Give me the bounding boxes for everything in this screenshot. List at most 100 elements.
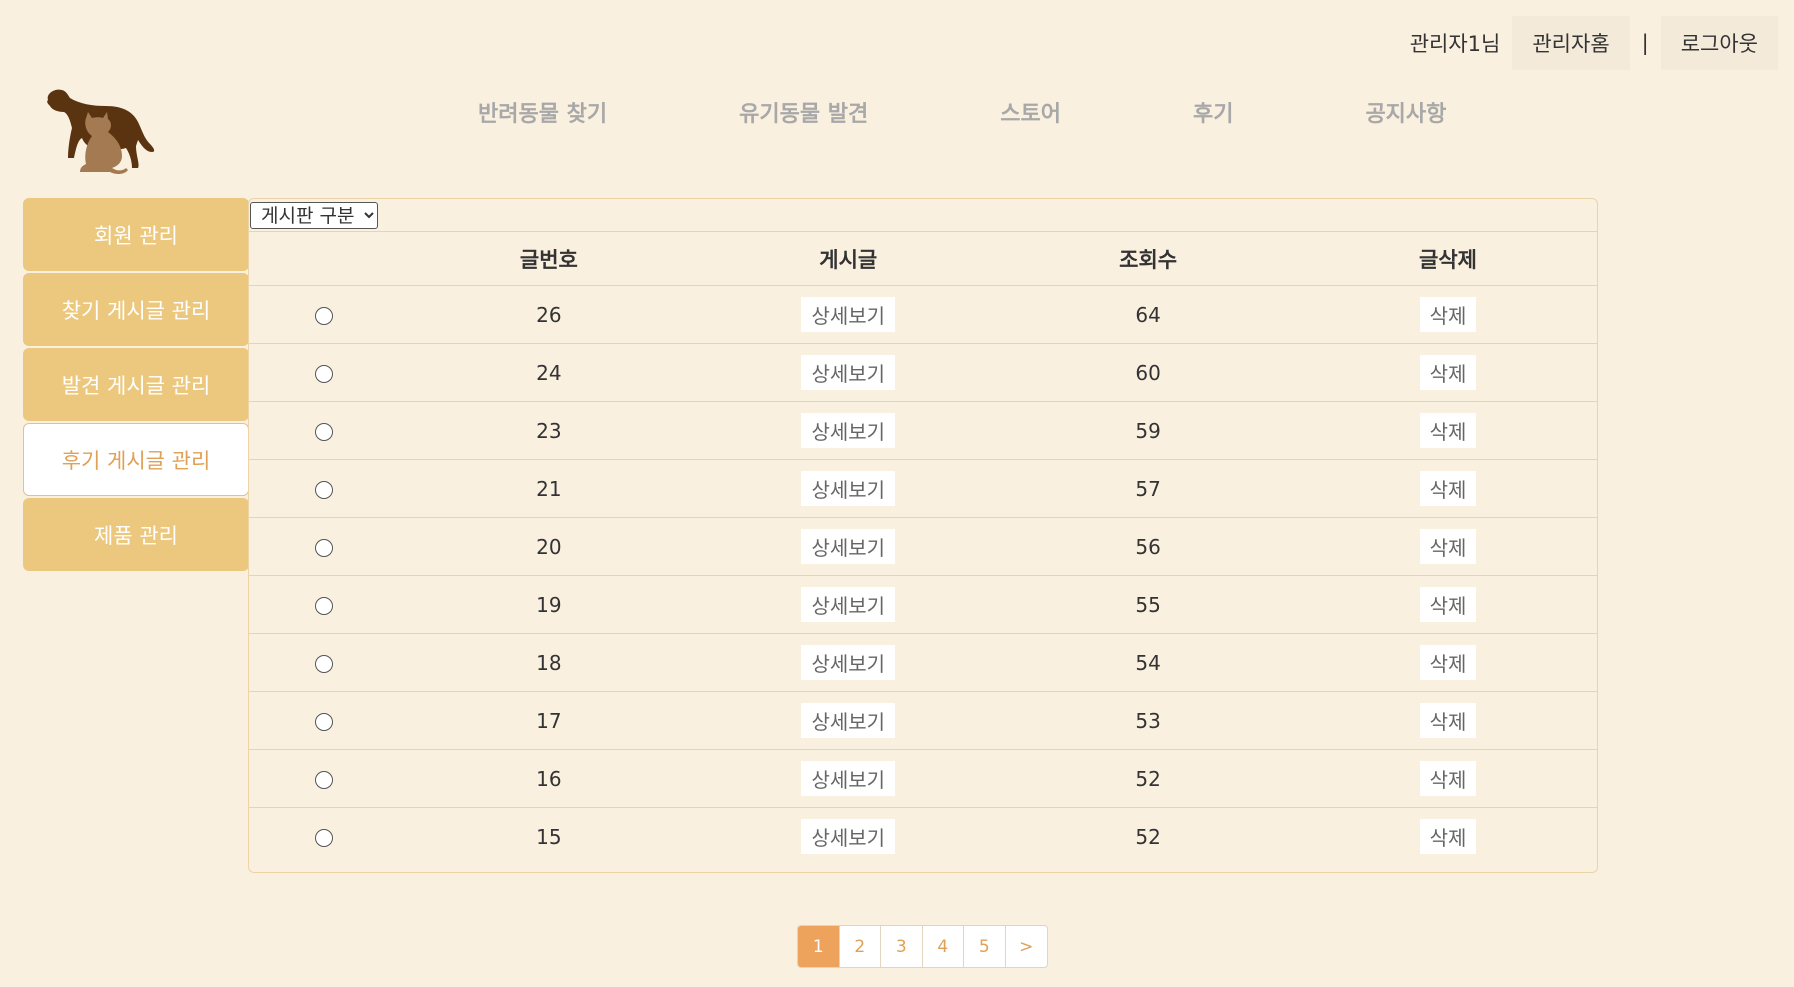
detail-button[interactable]: 상세보기 <box>801 297 896 332</box>
view-count: 52 <box>1135 824 1161 849</box>
pagination-page[interactable]: 3 <box>881 926 923 967</box>
post-cell: 상세보기 <box>698 401 999 460</box>
post-number: 18 <box>399 633 699 692</box>
delete-cell: 삭제 <box>1298 633 1598 692</box>
view-count: 54 <box>998 633 1299 692</box>
delete-button[interactable]: 삭제 <box>1419 645 1477 680</box>
detail-button[interactable]: 상세보기 <box>801 471 896 506</box>
nav-review[interactable]: 후기 <box>1193 96 1233 128</box>
column-header-views: 조회수 <box>998 231 1299 286</box>
sidebar-item-find-posts[interactable]: 찾기 게시글 관리 <box>23 273 249 346</box>
detail-button[interactable]: 상세보기 <box>801 587 896 622</box>
delete-button[interactable]: 삭제 <box>1419 761 1477 796</box>
view-count: 52 <box>998 749 1299 808</box>
user-bar: 관리자1님 관리자홈 | 로그아웃 <box>1410 16 1778 70</box>
logo[interactable] <box>40 84 158 176</box>
posts-table: 글번호 게시글 조회수 글삭제 26 상세보기 64 삭제 24 상세보기 60 삭제 23 상세… <box>249 231 1598 866</box>
row-radio[interactable] <box>315 597 334 615</box>
delete-button[interactable]: 삭제 <box>1419 297 1477 332</box>
table-row: 26 상세보기 64 삭제 <box>249 285 1598 344</box>
row-select-cell <box>249 343 400 402</box>
row-radio[interactable] <box>315 655 334 673</box>
sidebar-item-products[interactable]: 제품 관리 <box>23 498 249 571</box>
separator: | <box>1641 31 1649 55</box>
table-header-row: 글번호 게시글 조회수 글삭제 <box>249 231 1598 286</box>
row-radio[interactable] <box>315 307 334 325</box>
table-body: 26 상세보기 64 삭제 24 상세보기 60 삭제 23 상세보기 59 삭제 21 상세보기 57 삭제… <box>249 285 1598 866</box>
row-select-cell <box>249 459 400 518</box>
pagination-page[interactable]: 4 <box>923 926 964 967</box>
logout-button[interactable]: 로그아웃 <box>1660 16 1778 70</box>
view-count: 55 <box>998 575 1299 634</box>
row-select-cell <box>249 575 400 634</box>
board-type-select[interactable]: 게시판 구분 <box>250 202 378 229</box>
delete-button[interactable]: 삭제 <box>1419 413 1477 448</box>
delete-button[interactable]: 삭제 <box>1419 355 1477 390</box>
post-cell: 상세보기 <box>698 517 999 576</box>
detail-button[interactable]: 상세보기 <box>801 413 896 448</box>
post-cell: 상세보기 <box>698 285 999 344</box>
post-cell: 상세보기 <box>698 749 999 808</box>
post-number: 24 <box>399 343 699 402</box>
nav-store[interactable]: 스토어 <box>1000 96 1061 128</box>
sidebar: 회원 관리 찾기 게시글 관리 발견 게시글 관리 후기 게시글 관리 제품 관… <box>23 198 249 573</box>
pagination-next[interactable]: > <box>1006 926 1048 967</box>
row-radio[interactable] <box>315 365 334 383</box>
detail-button[interactable]: 상세보기 <box>801 529 896 564</box>
row-radio[interactable] <box>315 481 334 499</box>
nav-found-animal[interactable]: 유기동물 발견 <box>739 96 868 128</box>
pagination-page[interactable]: 2 <box>840 926 881 967</box>
row-radio[interactable] <box>315 829 334 848</box>
sidebar-item-member[interactable]: 회원 관리 <box>23 198 249 271</box>
delete-cell: 삭제 <box>1298 691 1598 750</box>
table-row: 23 상세보기 59 삭제 <box>249 401 1598 460</box>
nav-find-pet[interactable]: 반려동물 찾기 <box>478 96 607 128</box>
row-select-cell <box>249 691 400 750</box>
nav-notice[interactable]: 공지사항 <box>1365 96 1446 128</box>
view-count: 64 <box>998 285 1299 344</box>
delete-cell: 삭제 <box>1298 749 1598 808</box>
delete-button[interactable]: 삭제 <box>1419 471 1477 506</box>
row-select-cell <box>249 808 399 866</box>
post-number: 20 <box>399 517 699 576</box>
dog-cat-logo-icon <box>47 89 155 175</box>
detail-button[interactable]: 상세보기 <box>801 645 896 680</box>
row-radio[interactable] <box>315 771 334 789</box>
post-cell: 상세보기 <box>698 808 998 866</box>
table-row: 21 상세보기 57 삭제 <box>249 459 1598 518</box>
detail-button[interactable]: 상세보기 <box>801 761 896 796</box>
row-select-cell <box>249 401 400 460</box>
pagination-page[interactable]: 5 <box>964 926 1006 967</box>
table-row: 18 상세보기 54 삭제 <box>249 633 1598 692</box>
post-cell: 상세보기 <box>698 343 999 402</box>
post-cell: 상세보기 <box>698 575 999 634</box>
row-radio[interactable] <box>315 713 334 731</box>
delete-cell: 삭제 <box>1298 343 1598 402</box>
detail-button[interactable]: 상세보기 <box>801 819 896 855</box>
pagination-page[interactable]: 1 <box>798 926 840 967</box>
column-header-post: 게시글 <box>698 231 999 286</box>
post-number: 23 <box>399 401 699 460</box>
post-number: 26 <box>399 285 699 344</box>
row-radio[interactable] <box>315 423 334 441</box>
column-header-post-number: 글번호 <box>399 231 699 286</box>
post-number: 15 <box>536 824 562 849</box>
pagination: 1 2 3 4 5 > <box>797 925 1048 968</box>
post-number: 19 <box>399 575 699 634</box>
sidebar-item-review-posts[interactable]: 후기 게시글 관리 <box>23 423 249 496</box>
delete-cell: 삭제 <box>1298 575 1598 634</box>
delete-cell: 삭제 <box>1298 285 1598 344</box>
delete-button[interactable]: 삭제 <box>1419 587 1477 622</box>
detail-button[interactable]: 상세보기 <box>801 355 896 390</box>
delete-button[interactable]: 삭제 <box>1419 529 1477 564</box>
sidebar-item-found-posts[interactable]: 발견 게시글 관리 <box>23 348 249 421</box>
row-radio[interactable] <box>315 539 334 557</box>
admin-home-button[interactable]: 관리자홈 <box>1512 16 1630 70</box>
page: 관리자1님 관리자홈 | 로그아웃 반려동물 찾기 유기동물 발견 스토어 후기… <box>0 0 1794 987</box>
column-header-select <box>249 231 400 286</box>
delete-button[interactable]: 삭제 <box>1419 819 1477 855</box>
delete-button[interactable]: 삭제 <box>1419 703 1477 738</box>
detail-button[interactable]: 상세보기 <box>801 703 896 738</box>
row-select-cell <box>249 517 400 576</box>
user-name: 관리자1님 <box>1409 32 1501 56</box>
